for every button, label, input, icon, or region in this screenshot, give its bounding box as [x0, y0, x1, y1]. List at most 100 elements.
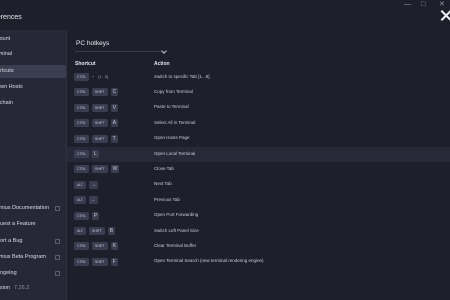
shortcut-keys: CTRL SHIFT W — [74, 165, 122, 174]
shortcut-row[interactable]: CTRL SHIFT V Paste to Terminal — [67, 101, 450, 116]
key-badge: ALT — [74, 180, 86, 189]
shortcut-action: Close Tab — [154, 165, 174, 171]
shortcut-row[interactable]: CTRL + [1...9] Switch to specific Tab [1...… — [67, 70, 450, 85]
key-badge: CTRL — [74, 242, 89, 251]
sidebar-item-label: eport a Bug — [0, 238, 23, 244]
version-label: ersion — [0, 285, 10, 291]
sidebar-item-terminal[interactable]: erminal — [0, 48, 66, 61]
shortcut-keys: ALT → — [74, 180, 101, 190]
close-icon[interactable] — [440, 10, 450, 21]
chevron-down-icon[interactable] — [161, 48, 167, 54]
sidebar-item-keychain[interactable]: eychain — [0, 97, 66, 110]
shortcut-row[interactable]: CTRL SHIFT C Copy from Terminal — [67, 85, 450, 100]
sidebar: ccount erminal hortcuts nown Hosts eycha… — [0, 30, 67, 300]
shortcut-action: Select All in Terminal — [154, 119, 196, 125]
maximize-button[interactable]: □ — [421, 1, 425, 9]
external-link-icon — [55, 239, 60, 244]
key-badge: SHIFT — [91, 165, 108, 174]
shortcut-action: Switch Left Panel Size — [154, 227, 199, 233]
key-badge: T — [110, 134, 118, 143]
key-badge: SHIFT — [91, 103, 108, 112]
shortcut-keys: CTRL SHIFT A — [74, 119, 121, 128]
key-badge: C — [110, 88, 119, 97]
shortcut-action: Paste to Terminal — [154, 104, 189, 110]
sidebar-item-changelog[interactable]: hangelog — [0, 267, 66, 280]
sidebar-item-beta-program[interactable]: ermius Beta Program — [0, 251, 66, 264]
shortcut-row[interactable]: CTRL SHIFT F Open Terminal Search (new term… — [67, 255, 450, 270]
shortcut-keys: CTRL SHIFT F — [74, 257, 121, 267]
sidebar-item-documentation[interactable]: ermius Documentation — [0, 202, 66, 215]
shortcut-row[interactable]: ALT → Next Tab — [67, 178, 450, 193]
shortcut-row[interactable]: CTRL L Open Local Terminal — [67, 147, 450, 162]
key-modifier-text: [1...9] — [98, 74, 109, 79]
key-badge: L — [91, 150, 99, 158]
shortcut-keys: ALT ← — [74, 196, 101, 205]
shortcut-action: Open Local Terminal — [154, 150, 196, 156]
key-badge: P — [91, 211, 100, 220]
hotkeys-preset-value: PC hotkeys — [76, 40, 110, 47]
key-badge: F — [110, 257, 118, 266]
window-title: eferences — [0, 14, 22, 21]
key-badge: ALT — [74, 227, 86, 235]
sidebar-item-request-feature[interactable]: equest a Feature — [0, 218, 66, 231]
sidebar-item-label: hortcuts — [0, 68, 14, 74]
key-badge: B — [107, 227, 116, 235]
shortcut-action: Copy from Terminal — [154, 88, 193, 94]
key-badge: ← — [88, 196, 98, 205]
minimize-button[interactable]: — — [404, 1, 411, 9]
key-badge: CTRL — [74, 73, 89, 81]
key-badge: CTRL — [74, 134, 89, 143]
shortcut-row[interactable]: CTRL P Open Port Forwarding — [67, 209, 450, 224]
shortcut-row[interactable]: ALT ← Previous Tab — [67, 193, 450, 208]
sidebar-item-label: nown Hosts — [0, 84, 23, 90]
sidebar-item-label: hangelog — [0, 270, 17, 276]
sidebar-item-known-hosts[interactable]: nown Hosts — [0, 81, 66, 94]
key-badge: CTRL — [74, 103, 89, 112]
key-badge: CTRL — [74, 211, 89, 220]
key-badge: A — [110, 119, 118, 128]
shortcut-action: Open Hosts Page — [154, 135, 190, 141]
key-badge: K — [110, 242, 118, 251]
shortcut-action: Clear Terminal Buffer — [154, 242, 197, 248]
shortcut-keys: CTRL P — [74, 211, 102, 221]
version-info: ersion7.26.2 — [0, 285, 29, 291]
title-bar: eferences — □ ✕ — [0, 0, 450, 32]
key-badge: → — [88, 180, 98, 189]
shortcut-keys: ALT SHIFT B — [74, 227, 118, 236]
key-badge: CTRL — [74, 119, 89, 128]
shortcut-row[interactable]: CTRL SHIFT A Select All in Terminal — [67, 116, 450, 131]
shortcut-row[interactable]: ALT SHIFT B Switch Left Panel Size — [67, 224, 450, 239]
sidebar-item-label: equest a Feature — [0, 221, 36, 227]
shortcut-keys: CTRL SHIFT C — [74, 88, 121, 97]
window-close-button[interactable]: ✕ — [439, 1, 445, 9]
shortcut-column-header: Shortcut — [75, 61, 96, 67]
key-badge: CTRL — [74, 88, 89, 97]
sidebar-item-label: erminal — [0, 51, 13, 57]
shortcut-row[interactable]: CTRL SHIFT T Open Hosts Page — [67, 132, 450, 147]
key-badge: CTRL — [74, 150, 89, 158]
version-number: 7.26.2 — [13, 285, 30, 291]
shortcut-row[interactable]: CTRL SHIFT W Close Tab — [67, 162, 450, 177]
external-link-icon — [55, 271, 60, 276]
shortcut-action: Switch to specific Tab [1...9] — [154, 73, 210, 79]
shortcut-keys: CTRL SHIFT V — [74, 103, 121, 113]
sidebar-item-account[interactable]: ccount — [0, 33, 66, 46]
shortcut-action: Open Terminal Search (new terminal rende… — [154, 258, 264, 264]
key-badge: SHIFT — [91, 134, 108, 143]
sidebar-item-label: ccount — [0, 36, 11, 42]
sidebar-item-report-bug[interactable]: eport a Bug — [0, 235, 66, 248]
hotkeys-preset-select[interactable]: PC hotkeys — [75, 37, 167, 54]
key-badge: SHIFT — [91, 257, 108, 266]
sidebar-item-label: ermius Documentation — [0, 205, 50, 211]
shortcut-keys: CTRL SHIFT K — [74, 242, 121, 251]
sidebar-item-shortcuts[interactable]: hortcuts — [0, 65, 66, 78]
key-badge: ALT — [74, 196, 86, 205]
sidebar-item-label: ermius Beta Program — [0, 254, 46, 260]
shortcuts-panel: PC hotkeys Shortcut Action CTRL + [1...9] S… — [67, 30, 450, 300]
shortcut-action: Previous Tab — [154, 196, 180, 202]
key-modifier-text: + — [91, 74, 95, 79]
shortcut-keys: CTRL L — [74, 150, 102, 159]
key-badge: CTRL — [74, 165, 89, 174]
key-badge: V — [110, 103, 118, 112]
shortcut-row[interactable]: CTRL SHIFT K Clear Terminal Buffer — [67, 239, 450, 254]
